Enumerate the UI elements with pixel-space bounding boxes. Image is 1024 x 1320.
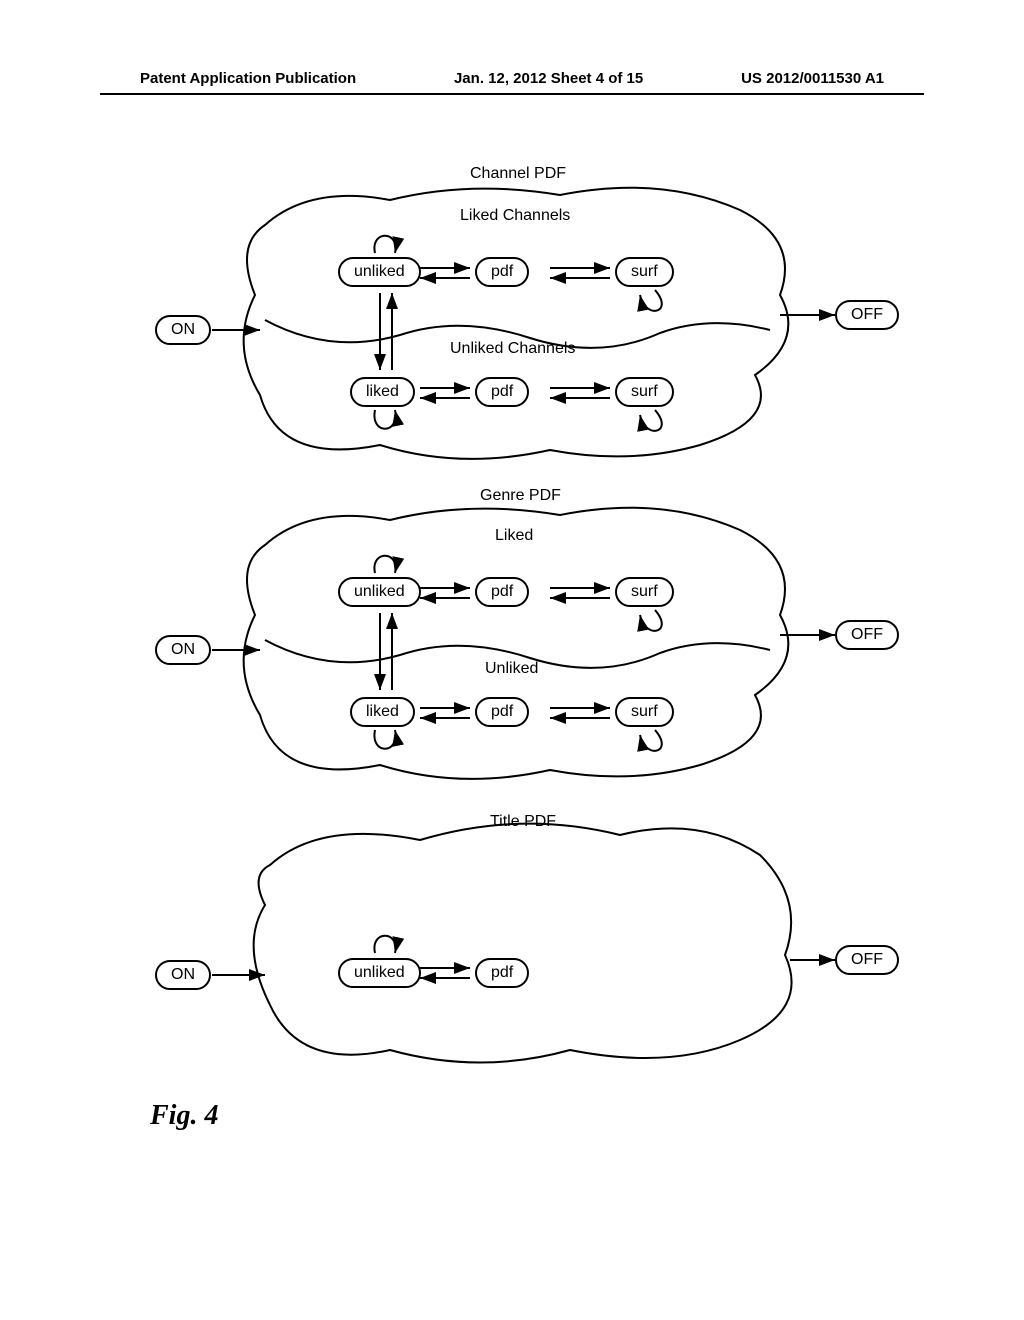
group2-surf1-state: surf xyxy=(615,577,674,607)
group2-pdf1-state: pdf xyxy=(475,577,529,607)
group1-unliked-label: Unliked Channels xyxy=(450,340,575,358)
group1-liked-label: Liked Channels xyxy=(460,207,570,225)
header-left: Patent Application Publication xyxy=(140,70,356,87)
group2-unliked-state: unliked xyxy=(338,577,421,607)
header-center: Jan. 12, 2012 Sheet 4 of 15 xyxy=(454,70,643,87)
patent-header: Patent Application Publication Jan. 12, … xyxy=(100,70,924,95)
group2-off-state: OFF xyxy=(835,620,899,650)
group2-liked-label: Liked xyxy=(495,527,533,545)
figure-caption: Fig. 4 xyxy=(150,1100,218,1132)
group1-title: Channel PDF xyxy=(470,165,566,183)
group2-surf2-state: surf xyxy=(615,697,674,727)
group1-pdf2-state: pdf xyxy=(475,377,529,407)
group1-on-state: ON xyxy=(155,315,211,345)
group1-pdf1-state: pdf xyxy=(475,257,529,287)
group3-title: Title PDF xyxy=(490,813,556,831)
group2-liked-state: liked xyxy=(350,697,415,727)
figure-4-diagram: Channel PDF Liked Channels Unliked Chann… xyxy=(100,145,924,1145)
group3-off-state: OFF xyxy=(835,945,899,975)
group3-unliked-state: unliked xyxy=(338,958,421,988)
group2-pdf2-state: pdf xyxy=(475,697,529,727)
group2-on-state: ON xyxy=(155,635,211,665)
header-right: US 2012/0011530 A1 xyxy=(741,70,884,87)
group2-unliked-label: Unliked xyxy=(485,660,538,678)
group1-off-state: OFF xyxy=(835,300,899,330)
group1-unliked-state: unliked xyxy=(338,257,421,287)
group1-liked-state: liked xyxy=(350,377,415,407)
group3-pdf-state: pdf xyxy=(475,958,529,988)
group2-title: Genre PDF xyxy=(480,487,561,505)
group1-surf2-state: surf xyxy=(615,377,674,407)
group1-surf1-state: surf xyxy=(615,257,674,287)
group3-on-state: ON xyxy=(155,960,211,990)
